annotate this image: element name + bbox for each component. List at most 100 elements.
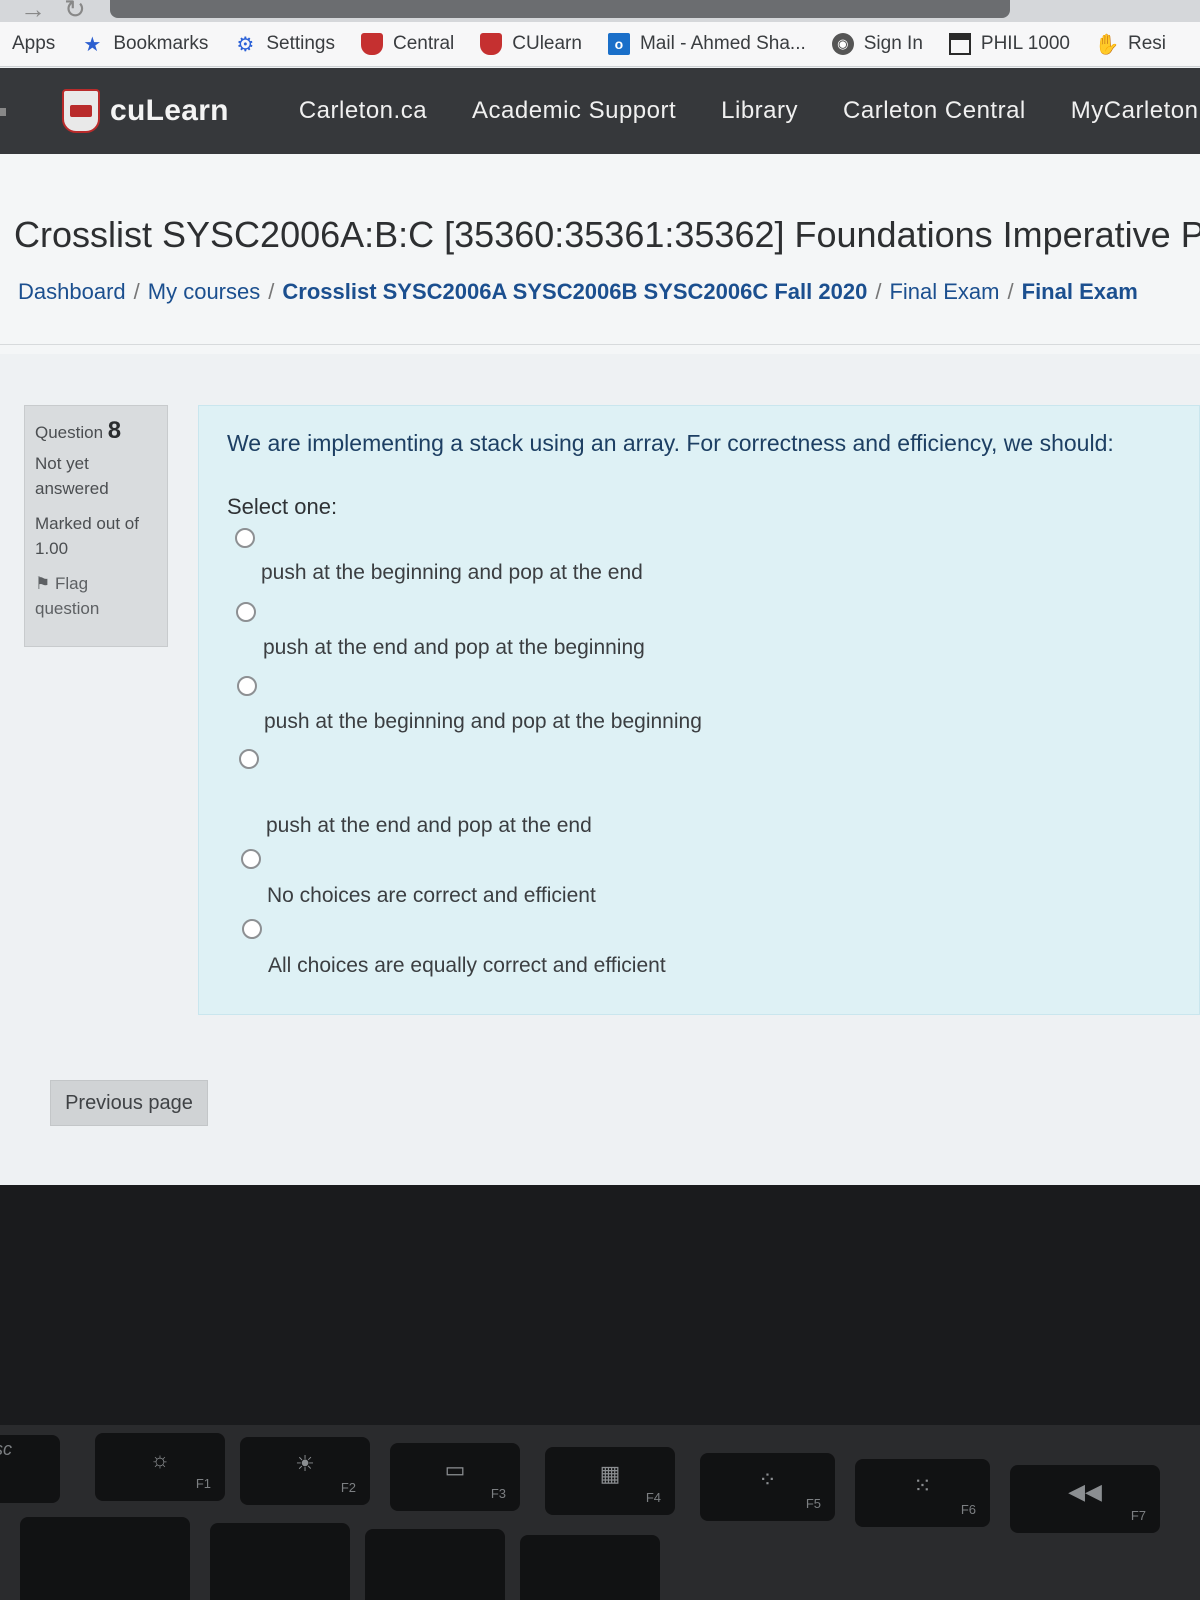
mission-control-icon: ▭ (444, 1457, 466, 1482)
flag-question-link[interactable]: ⚑ Flag question (35, 571, 157, 621)
radio-option-5[interactable] (241, 849, 261, 869)
bookmark-label: Central (393, 33, 455, 54)
bookmark-phil-1000[interactable]: PHIL 1000 (948, 33, 1070, 55)
f1-key: ☼ F1 (95, 1433, 225, 1501)
marked-out-of-label: Marked out of (35, 514, 139, 533)
bookmark-culearn[interactable]: CUlearn (480, 33, 582, 55)
nav-link-academic-support[interactable]: Academic Support (472, 97, 676, 125)
divider (0, 344, 1200, 345)
breadcrumb-dashboard[interactable]: Dashboard (18, 279, 126, 304)
f3-key: ▭ F3 (390, 1443, 520, 1511)
bookmarks-bar: Apps ★ Bookmarks ⚙ Settings Central CUle… (0, 22, 1200, 67)
nav-links: Carleton.ca Academic Support Library Car… (299, 97, 1200, 125)
bookmark-resi[interactable]: ✋ Resi (1094, 33, 1167, 56)
option-1-label[interactable]: push at the beginning and pop at the end (261, 561, 643, 585)
f4-key: ▦ F4 (545, 1447, 675, 1515)
question-status: Not yet answered (35, 454, 109, 498)
breadcrumb-my-courses[interactable]: My courses (148, 279, 260, 304)
bookmark-label: Apps (12, 33, 56, 54)
radio-option-6[interactable] (242, 919, 262, 939)
radio-option-2[interactable] (236, 602, 256, 622)
nav-link-carleton-central[interactable]: Carleton Central (843, 97, 1026, 125)
brand-home-link[interactable]: cuLearn (62, 89, 229, 133)
option-5-label[interactable]: No choices are correct and efficient (267, 884, 596, 908)
radio-option-4[interactable] (239, 749, 259, 769)
rewind-icon: ◀◀ (1068, 1479, 1102, 1504)
browser-screen: → ↻ Apps ★ Bookmarks ⚙ Settings Central … (0, 0, 1200, 1185)
question-content: We are implementing a stack using an arr… (198, 405, 1200, 1015)
bookmark-label: CUlearn (512, 33, 582, 54)
key-1 (20, 1517, 190, 1600)
marked-out-of-value: 1.00 (35, 539, 69, 558)
bookmark-mail[interactable]: o Mail - Ahmed Sha... (607, 33, 806, 55)
keyboard-backlight-up-icon: ⁙ (913, 1473, 932, 1498)
menu-toggle-icon[interactable] (0, 108, 6, 116)
bookmark-label: Sign In (863, 33, 923, 54)
bookmark-label: Mail - Ahmed Sha... (639, 33, 806, 54)
question-text: We are implementing a stack using an arr… (227, 430, 1114, 456)
bookmark-label: Bookmarks (113, 33, 209, 54)
nav-link-carleton-ca[interactable]: Carleton.ca (299, 97, 427, 125)
breadcrumb-final-exam-section[interactable]: Final Exam (889, 279, 999, 304)
nav-link-library[interactable]: Library (721, 97, 798, 125)
f6-key: ⁙ F6 (855, 1459, 990, 1527)
calendar-icon (948, 33, 971, 55)
page-title: Crosslist SYSC2006A:B:C [35360:35361:353… (14, 214, 1200, 255)
carleton-crest-icon (62, 89, 100, 133)
bookmark-central[interactable]: Central (361, 33, 454, 55)
key-2 (210, 1523, 350, 1600)
bookmark-sign-in[interactable]: ◉ Sign In (831, 33, 923, 55)
option-3-label[interactable]: push at the beginning and pop at the beg… (264, 710, 702, 734)
key-3 (365, 1529, 505, 1600)
f5-key: ⁘ F5 (700, 1453, 835, 1521)
breadcrumb-final-exam[interactable]: Final Exam (1022, 279, 1138, 304)
browser-tab-strip: → ↻ (0, 0, 1200, 24)
f7-key: ◀◀ F7 (1010, 1465, 1160, 1533)
radio-option-1[interactable] (235, 528, 255, 548)
question-info-panel: Question 8 Not yet answered Marked out o… (24, 405, 168, 647)
launchpad-icon: ▦ (599, 1461, 621, 1486)
keyboard-backlight-down-icon: ⁘ (758, 1467, 777, 1492)
select-one-prompt: Select one: (227, 494, 338, 519)
previous-page-button[interactable]: Previous page (50, 1080, 208, 1126)
key-label: F4 (645, 1490, 661, 1505)
breadcrumb: Dashboard / My courses / Crosslist SYSC2006A… (18, 279, 1138, 304)
option-4-label[interactable]: push at the end and pop at the end (266, 814, 592, 838)
bookmark-label: Resi (1128, 33, 1167, 54)
question-number: Question 8 (35, 418, 157, 445)
brand-name: cuLearn (110, 94, 229, 127)
bookmark-settings[interactable]: ⚙ Settings (234, 33, 335, 56)
esc-key: esc (0, 1435, 60, 1503)
key-4 (520, 1535, 660, 1600)
shield-icon (480, 33, 503, 55)
nav-link-mycarleton[interactable]: MyCarleton (1071, 97, 1199, 125)
shield-icon (361, 33, 383, 55)
question-number-value: 8 (107, 417, 122, 444)
f2-key: ☀ F2 (240, 1437, 370, 1505)
hand-icon: ✋ (1094, 33, 1120, 56)
laptop-bezel (0, 1185, 1200, 1425)
key-label: F3 (490, 1486, 506, 1501)
marked-out-of: Marked out of 1.00 (35, 511, 157, 561)
star-icon: ★ (83, 33, 102, 56)
key-label: F2 (340, 1480, 356, 1495)
bookmark-label: Settings (266, 33, 335, 54)
outlook-icon: o (607, 33, 630, 55)
option-2-label[interactable]: push at the end and pop at the beginning (263, 636, 645, 660)
laptop-keyboard: esc ☼ F1 ☀ F2 ▭ F3 ▦ F4 ⁘ F5 ⁙ F6 ◀◀ F7 (0, 1425, 1200, 1600)
bookmark-apps[interactable]: Apps (12, 33, 55, 55)
active-tab[interactable] (110, 0, 1010, 18)
key-label: F1 (195, 1476, 211, 1491)
radio-option-3[interactable] (237, 676, 257, 696)
option-6-label[interactable]: All choices are equally correct and effi… (268, 954, 666, 978)
flag-icon: ⚑ (35, 574, 51, 593)
brightness-down-icon: ☼ (149, 1447, 171, 1472)
key-label: esc (0, 1439, 13, 1459)
gear-icon: ⚙ (236, 33, 255, 56)
key-label: F5 (805, 1496, 821, 1511)
bookmark-label: PHIL 1000 (980, 33, 1070, 54)
breadcrumb-course[interactable]: Crosslist SYSC2006A SYSC2006B SYSC2006C … (282, 279, 867, 304)
globe-icon: ◉ (831, 33, 854, 55)
culearn-navbar: cuLearn Carleton.ca Academic Support Lib… (0, 68, 1200, 154)
bookmark-bookmarks[interactable]: ★ Bookmarks (81, 33, 209, 56)
